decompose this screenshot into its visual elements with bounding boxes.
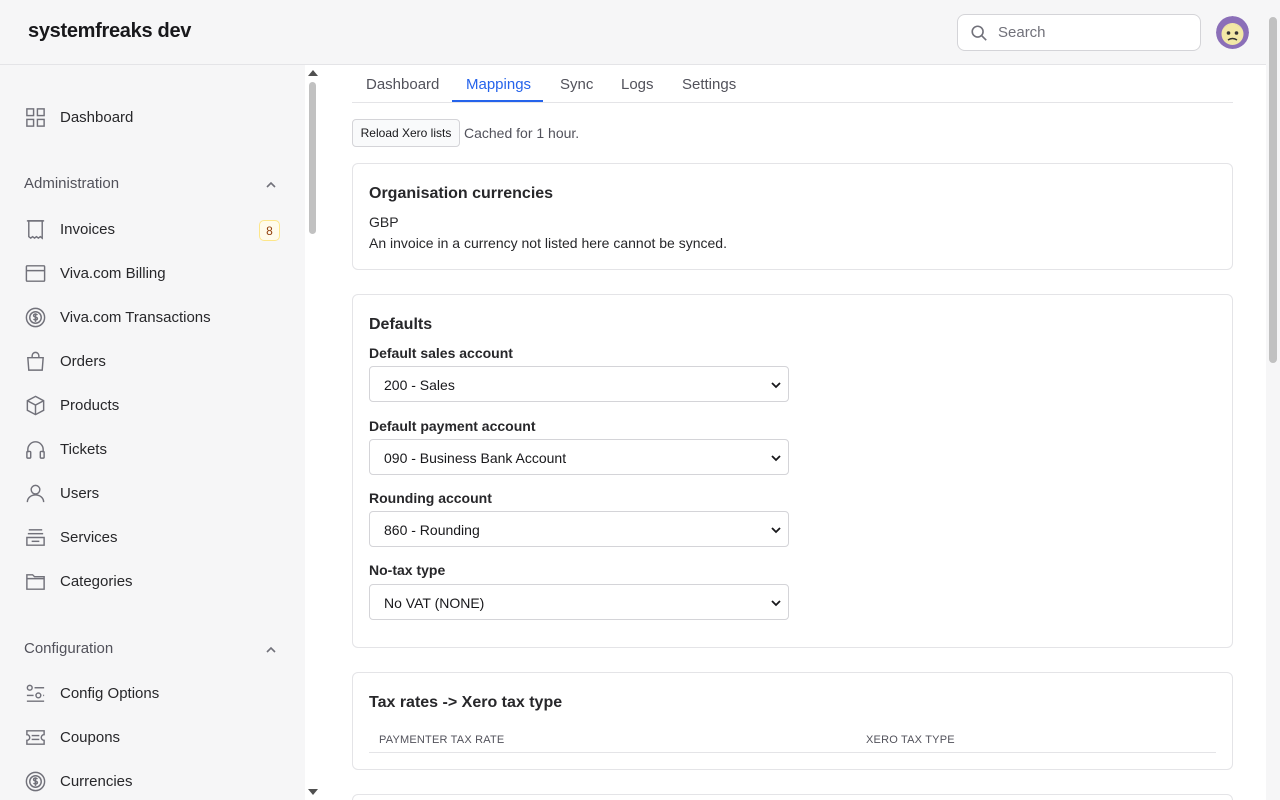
card-title: Organisation currencies (369, 185, 554, 202)
cache-note: Cached for 1 hour. (464, 125, 580, 141)
sidebar-item-viva-billing[interactable]: Viva.com Billing (24, 258, 284, 288)
sidebar-item-label: Services (60, 528, 118, 546)
sidebar-item-currencies[interactable]: Currencies (24, 766, 284, 796)
card-title: Defaults (369, 316, 433, 333)
tab-settings[interactable]: Settings (682, 76, 736, 93)
section-title: Configuration (24, 640, 114, 657)
sidebar-item-tickets[interactable]: Tickets (24, 434, 284, 464)
select-value: 200 - Sales (384, 377, 455, 393)
page-scrollbar[interactable] (1266, 0, 1280, 800)
cube-icon (26, 395, 45, 415)
invoices-count-badge: 8 (259, 220, 280, 241)
sidebar-scrollbar[interactable] (305, 65, 320, 800)
folder-icon (26, 573, 45, 590)
sidebar-item-label: Invoices (60, 220, 116, 238)
receipt-icon (26, 219, 45, 240)
sidebar-item-config-options[interactable]: Config Options (24, 678, 284, 708)
default-payment-account-select[interactable]: 090 - Business Bank Account (369, 439, 789, 475)
sidebar-item-label: Currencies (60, 772, 133, 790)
section-administration[interactable]: Administration (24, 175, 280, 195)
sidebar-item-label: Coupons (60, 728, 121, 746)
tab-bar: Dashboard Mappings Sync Logs Settings (352, 65, 1233, 103)
stack-icon (26, 528, 45, 546)
search-input[interactable]: Search (957, 14, 1201, 51)
sidebar-item-users[interactable]: Users (24, 478, 284, 508)
next-card (352, 794, 1233, 800)
card-title: Tax rates -> Xero tax type (369, 694, 563, 711)
avatar-face-icon[interactable] (1216, 16, 1249, 49)
sidebar-item-coupons[interactable]: Coupons (24, 722, 284, 752)
tab-dashboard[interactable]: Dashboard (366, 76, 439, 93)
brand-name[interactable]: systemfreaks dev (28, 20, 191, 43)
top-header: systemfreaks dev Search (0, 0, 1266, 65)
no-tax-type-label: No-tax type (369, 562, 446, 578)
scroll-up-arrow-icon[interactable] (308, 70, 318, 76)
sidebar-item-label: Products (60, 396, 120, 414)
tax-rates-card: Tax rates -> Xero tax type PAYMENTER TAX… (352, 672, 1233, 770)
chevron-up-icon (266, 646, 276, 653)
sidebar-item-label: Config Options (60, 684, 160, 702)
user-icon (26, 484, 45, 502)
sidebar-item-label: Tickets (60, 440, 107, 458)
chevron-down-icon (771, 527, 781, 534)
chevron-down-icon (771, 455, 781, 462)
chevron-down-icon (771, 600, 781, 607)
table-header-divider (369, 752, 1216, 753)
sidebar-item-services[interactable]: Services (24, 522, 284, 552)
chevron-up-icon (266, 181, 276, 188)
defaults-card: Defaults Default sales account 200 - Sal… (352, 294, 1233, 648)
currencies-card: Organisation currencies GBP An invoice i… (352, 163, 1233, 270)
currency-note: An invoice in a currency not listed here… (369, 235, 727, 251)
tab-mappings[interactable]: Mappings (466, 76, 531, 93)
chevron-down-icon (771, 382, 781, 389)
card-icon (25, 264, 46, 282)
search-placeholder: Search (998, 24, 1046, 41)
search-icon (971, 25, 987, 41)
sidebar-item-label: Users (60, 484, 100, 502)
tab-sync[interactable]: Sync (560, 76, 593, 93)
default-sales-account-label: Default sales account (369, 345, 513, 361)
rounding-account-select[interactable]: 860 - Rounding (369, 511, 789, 547)
tab-logs[interactable]: Logs (621, 76, 654, 93)
sidebar-item-label: Dashboard (60, 108, 134, 126)
ticket-icon (26, 729, 45, 745)
rounding-account-label: Rounding account (369, 490, 492, 506)
sidebar-item-label: Viva.com Transactions (60, 308, 211, 326)
sidebar-item-invoices[interactable]: Invoices 8 (24, 214, 284, 244)
dollar-circle-icon (25, 307, 46, 327)
scroll-down-arrow-icon[interactable] (308, 789, 318, 795)
sidebar-item-viva-transactions[interactable]: Viva.com Transactions (24, 302, 284, 332)
column-header-xero-tax-type: XERO TAX TYPE (866, 734, 955, 746)
page-scroll-thumb[interactable] (1269, 17, 1277, 363)
sidebar-item-products[interactable]: Products (24, 390, 284, 420)
select-value: No VAT (NONE) (384, 595, 485, 611)
section-title: Administration (24, 175, 120, 192)
currency-value: GBP (369, 214, 399, 230)
select-value: 860 - Rounding (384, 522, 480, 538)
sidebar-item-orders[interactable]: Orders (24, 346, 284, 376)
sidebar: Dashboard Administration Invoices 8 Viva… (0, 65, 305, 800)
headset-icon (26, 440, 45, 459)
sidebar-item-label: Viva.com Billing (60, 264, 166, 282)
select-value: 090 - Business Bank Account (384, 450, 567, 466)
dollar-circle-icon (25, 771, 46, 791)
no-tax-type-select[interactable]: No VAT (NONE) (369, 584, 789, 620)
sidebar-item-label: Categories (60, 572, 133, 590)
grid-icon (26, 107, 45, 127)
section-configuration[interactable]: Configuration (24, 640, 280, 660)
default-sales-account-select[interactable]: 200 - Sales (369, 366, 789, 402)
sidebar-item-dashboard[interactable]: Dashboard (24, 102, 284, 132)
default-payment-account-label: Default payment account (369, 418, 536, 434)
reload-xero-lists-button[interactable]: Reload Xero lists (352, 119, 460, 147)
sliders-icon (26, 684, 45, 702)
sidebar-item-categories[interactable]: Categories (24, 566, 284, 596)
sidebar-item-label: Orders (60, 352, 106, 370)
sidebar-scroll-thumb[interactable] (309, 82, 316, 234)
shopping-bag-icon (27, 351, 44, 371)
active-tab-indicator (452, 100, 543, 102)
column-header-paymenter-tax-rate: PAYMENTER TAX RATE (379, 734, 505, 746)
